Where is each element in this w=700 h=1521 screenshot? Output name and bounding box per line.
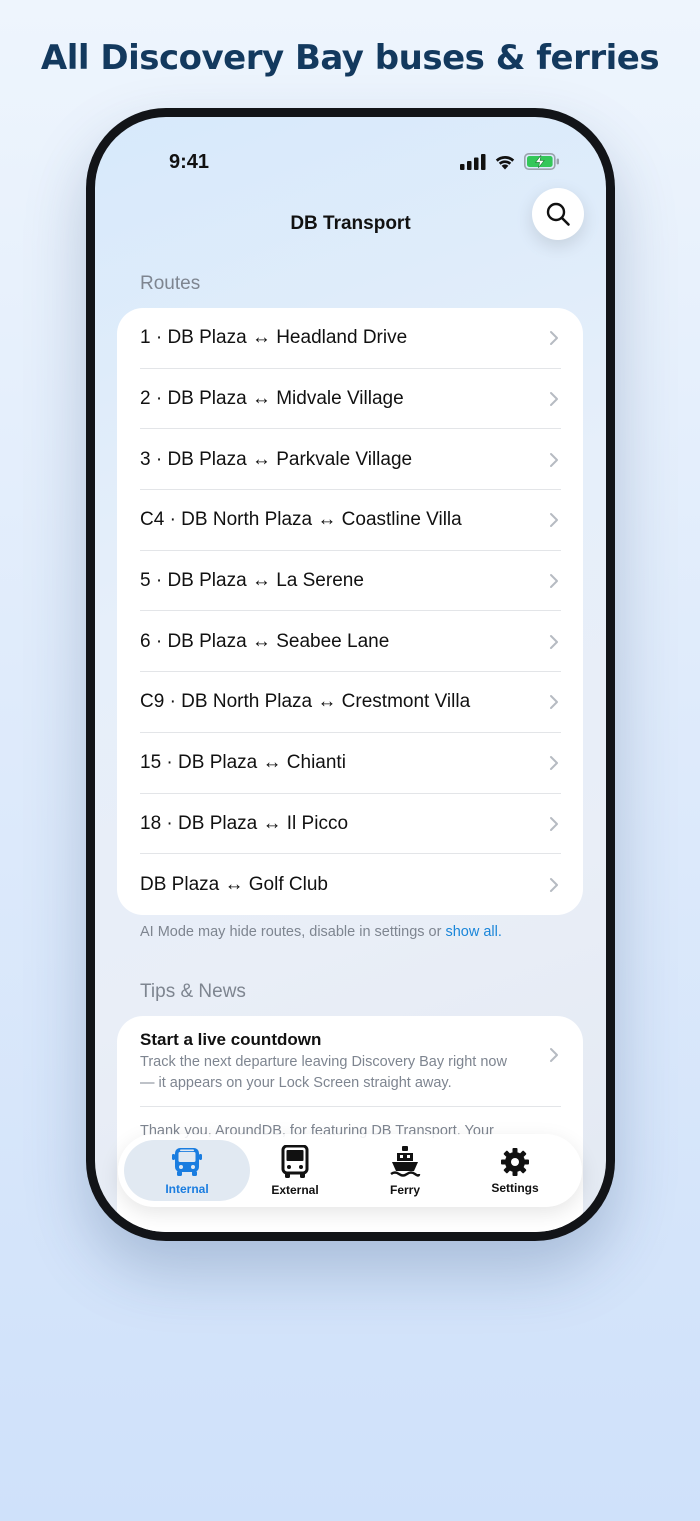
route-label: 5 · DB Plaza ↔ La Serene (140, 570, 364, 592)
route-row[interactable]: 15 · DB Plaza ↔ Chianti (117, 733, 583, 794)
tab-ferry[interactable]: Ferry (350, 1134, 460, 1207)
chevron-right-icon (550, 1048, 558, 1062)
route-label: 18 · DB Plaza ↔ Il Picco (140, 812, 349, 834)
route-row[interactable]: 3 · DB Plaza ↔ Parkvale Village (117, 429, 583, 490)
battery-charging-icon (524, 153, 559, 170)
route-label: C4 · DB North Plaza ↔ Coastline Villa (140, 509, 462, 531)
route-row[interactable]: 1 · DB Plaza ↔ Headland Drive (117, 308, 583, 369)
tip-live-countdown[interactable]: Start a live countdown Track the next de… (117, 1016, 583, 1094)
chevron-right-icon (550, 452, 558, 467)
coach-icon (281, 1144, 309, 1178)
tab-settings[interactable]: Settings (460, 1134, 570, 1207)
route-row[interactable]: C9 · DB North Plaza ↔ Crestmont Villa (117, 672, 583, 733)
chevron-right-icon (550, 513, 558, 528)
route-label: 3 · DB Plaza ↔ Parkvale Village (140, 448, 413, 470)
routes-header: Routes (140, 273, 201, 294)
status-time: 9:41 (169, 151, 210, 173)
tips-header: Tips & News (140, 981, 246, 1002)
cellular-signal-icon (460, 153, 486, 170)
route-row[interactable]: 2 · DB Plaza ↔ Midvale Village (117, 369, 583, 430)
nav-title: DB Transport (290, 213, 411, 234)
page-headline: All Discovery Bay buses & ferries (40, 38, 660, 78)
chevron-right-icon (550, 331, 558, 346)
tab-internal[interactable]: Internal (124, 1140, 250, 1201)
chevron-right-icon (550, 634, 558, 649)
chevron-right-icon (550, 756, 558, 771)
tab-label: External (271, 1182, 319, 1197)
search-button[interactable] (532, 188, 584, 240)
chevron-right-icon (550, 392, 558, 407)
tip-body: Track the next departure leaving Discove… (140, 1054, 507, 1091)
tab-label: Settings (491, 1180, 539, 1195)
routes-footnote: AI Mode may hide routes, disable in sett… (140, 924, 502, 940)
bus-front-icon (172, 1147, 202, 1176)
route-row[interactable]: 6 · DB Plaza ↔ Seabee Lane (117, 611, 583, 672)
chevron-right-icon (550, 816, 558, 831)
route-label: 6 · DB Plaza ↔ Seabee Lane (140, 630, 390, 652)
route-row[interactable]: 5 · DB Plaza ↔ La Serene (117, 551, 583, 612)
tab-label: Ferry (389, 1182, 421, 1197)
tab-external[interactable]: External (240, 1134, 350, 1207)
route-row[interactable]: C4 · DB North Plaza ↔ Coastline Villa (117, 490, 583, 551)
phone-frame: 9:41 DB Transport Routes 1 · DB Plaza ↔ … (86, 108, 615, 1241)
chevron-right-icon (550, 695, 558, 710)
route-row[interactable]: 18 · DB Plaza ↔ Il Picco (117, 794, 583, 855)
route-row[interactable]: DB Plaza ↔ Golf Club (117, 854, 583, 915)
tab-bar: Internal External Ferry Settings (118, 1134, 582, 1207)
show-all-link[interactable]: show all. (445, 924, 501, 940)
phone-screen: 9:41 DB Transport Routes 1 · DB Plaza ↔ … (95, 117, 606, 1232)
chevron-right-icon (550, 877, 558, 892)
gear-icon (501, 1147, 529, 1176)
tab-label: Internal (165, 1181, 209, 1196)
route-label: 2 · DB Plaza ↔ Midvale Village (140, 388, 404, 410)
search-icon (546, 202, 570, 226)
tip-title: Start a live countdown (140, 1030, 322, 1049)
status-icons (460, 153, 560, 170)
wifi-icon (495, 155, 515, 170)
route-label: DB Plaza ↔ Golf Club (140, 873, 328, 895)
ferry-icon (390, 1145, 421, 1177)
route-label: 1 · DB Plaza ↔ Headland Drive (140, 327, 408, 349)
route-label: C9 · DB North Plaza ↔ Crestmont Villa (140, 691, 471, 713)
route-label: 15 · DB Plaza ↔ Chianti (140, 752, 346, 774)
chevron-right-icon (550, 574, 558, 589)
routes-list: 1 · DB Plaza ↔ Headland Drive 2 · DB Plaz… (117, 308, 583, 915)
